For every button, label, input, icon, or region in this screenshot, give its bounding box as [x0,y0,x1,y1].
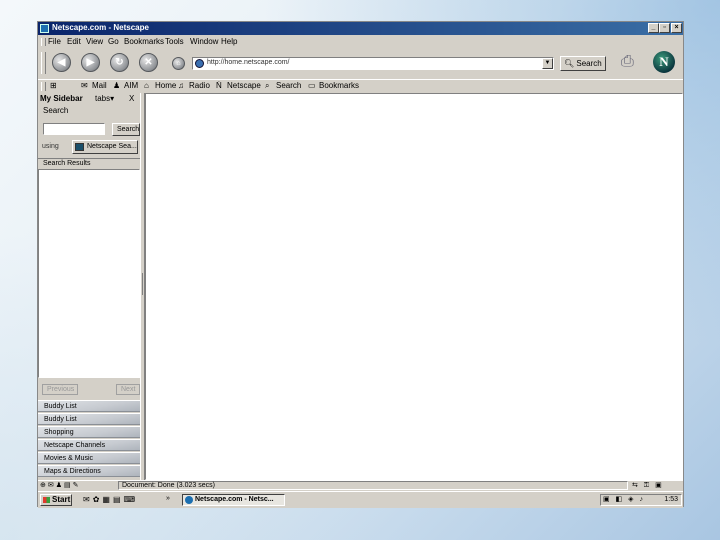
sidebar-search-input[interactable] [43,123,105,135]
mail-icon: ✉ [81,81,88,90]
page-proxy-icon[interactable] [195,59,204,68]
home-icon: ⌂ [144,81,149,90]
home-icon: ⌂ [176,60,181,67]
browser-window: Netscape.com - Netscape _ ▫ × File Edit … [37,21,684,508]
aim-icon: ♟ [113,81,121,90]
windows-taskbar: Start ✉✿▦▤⌨ » Netscape.com - Netsc... ▣ … [38,491,683,508]
sidebar-panel-tab[interactable]: Netscape Channels [38,439,140,451]
back-arrow-icon: ◀ [57,57,66,68]
aim-link[interactable]: ♟ AIM [113,81,138,90]
back-button[interactable]: ◀ [52,53,71,72]
menu-help[interactable]: Help [221,37,237,46]
personal-toolbar: ⊞ ✉ Mail ♟ AIM ⌂ Home ♫ Radio Ṅ Netscape ⌕ Sea… [38,79,683,93]
reload-button[interactable]: ↻ [110,53,129,72]
security-icon[interactable]: ⇆ ⚿ ▣ [632,481,664,490]
menu-view[interactable]: View [86,37,103,46]
menu-tools[interactable]: Tools [165,37,184,46]
sidebar-panel-tab[interactable]: Maps & Directions [38,465,140,477]
status-text: Document: Done (3.023 secs) [118,481,628,490]
using-label: using [42,143,59,150]
sidebar-header: My Sidebar tabs▾ X [40,94,138,104]
sidebar-panel-tab[interactable]: Shopping [38,426,140,438]
close-button[interactable]: × [671,23,682,33]
menu-bookmarks[interactable]: Bookmarks [124,37,164,46]
menu-bar: File Edit View Go Bookmarks Tools Window… [38,36,683,47]
sidebar-title: My Sidebar [40,94,83,103]
magnifier-icon: 🔍︎ [564,59,575,68]
component-bar-icons[interactable]: ⊕✉♟▤✎ [40,481,81,489]
search-results-header: Search Results [38,158,140,168]
print-icon[interactable]: ⎙ [621,51,643,73]
netscape-link[interactable]: Ṅ Netscape [216,81,261,90]
forward-button[interactable]: ▶ [81,53,100,72]
maximize-button[interactable]: ▫ [659,23,670,33]
start-label: Start [52,495,71,504]
magnifier-icon: ⌕ [265,81,270,90]
bookmarks-icon: ▭ [308,81,316,90]
search-results-list[interactable] [38,169,140,378]
sidebar-toggle-icon[interactable]: ⊞ [50,81,57,90]
provider-icon [75,143,84,151]
url-dropdown-button[interactable]: ▼ [542,58,553,69]
chevron-down-icon: ▾ [110,94,115,103]
windows-logo-icon [43,497,50,503]
sidebar-tabs-menu[interactable]: tabs▾ [95,94,114,103]
netscape-task-icon [185,496,193,504]
menu-go[interactable]: Go [108,37,119,46]
tray-icons[interactable]: ▣ ◧ ◈ ♪ [603,495,645,505]
quick-launch-more[interactable]: » [166,495,170,502]
sidebar-close-button[interactable]: X [129,94,134,103]
forward-arrow-icon: ▶ [86,57,95,68]
sidebar-panel-tab[interactable]: Movies & Music [38,452,140,464]
radio-icon: ♫ [178,81,184,90]
provider-label: Netscape Sea... [87,143,137,150]
sidebar-panel-tab[interactable]: Buddy List [38,400,140,412]
splitter-grip[interactable] [142,273,143,295]
title-bar: Netscape.com - Netscape _ ▫ × [38,22,683,35]
radio-link[interactable]: ♫ Radio [178,81,210,90]
netscape-logo[interactable]: N [653,51,675,73]
next-results-button[interactable]: Next [116,384,140,395]
search-provider-select[interactable]: Netscape Sea... [72,140,138,154]
netscape-icon: Ṅ [216,81,222,90]
task-label: Netscape.com - Netsc... [195,496,274,503]
toolbar-grip[interactable] [41,82,46,91]
mail-link[interactable]: ✉ Mail [81,81,107,90]
search-button[interactable]: 🔍︎ Search [560,56,606,71]
system-tray: ▣ ◧ ◈ ♪ 1:53 [600,494,682,506]
netscape-window-icon [40,24,49,33]
window-title: Netscape.com - Netscape [52,23,149,32]
status-bar: ⊕✉♟▤✎ Document: Done (3.023 secs) ⇆ ⚿ ▣ [38,480,683,491]
quick-launch-icons[interactable]: ✉✿▦▤⌨ [83,495,138,504]
sidebar-panel-tab[interactable]: Buddy List [38,413,140,425]
chevron-down-icon: ▼ [544,60,551,66]
previous-results-button[interactable]: Previous [42,384,78,395]
url-input[interactable]: http://home.netscape.com/ ▼ [192,57,554,70]
menu-file[interactable]: File [48,37,61,46]
toolbar-grip[interactable] [41,38,46,46]
bookmarks-link[interactable]: ▭ Bookmarks [308,81,359,90]
url-text: http://home.netscape.com/ [207,59,290,66]
menu-edit[interactable]: Edit [67,37,81,46]
clock: 1:53 [664,496,678,503]
menu-window[interactable]: Window [190,37,218,46]
sidebar-search-button[interactable]: Search [112,123,140,136]
navigation-toolbar: ◀ ▶ ↻ ✕ ⌂ http://home.netscape.com/ ▼ 🔍︎… [38,48,683,78]
search-button-label: Search [576,59,602,68]
sidebar: My Sidebar tabs▾ X Search Search using N… [38,93,140,480]
minimize-button[interactable]: _ [648,23,659,33]
home-button[interactable]: ⌂ [172,57,185,70]
page-content-area[interactable] [145,93,683,480]
toolbar-grip[interactable] [41,52,46,74]
sidebar-search-title: Search [43,106,69,115]
start-button[interactable]: Start [40,494,72,506]
home-link[interactable]: ⌂ Home [144,81,176,90]
stop-icon: ✕ [144,57,153,68]
reload-icon: ↻ [115,57,124,68]
stop-button[interactable]: ✕ [139,53,158,72]
search-link[interactable]: ⌕ Search [265,81,301,91]
taskbar-netscape-button[interactable]: Netscape.com - Netsc... [182,494,285,506]
